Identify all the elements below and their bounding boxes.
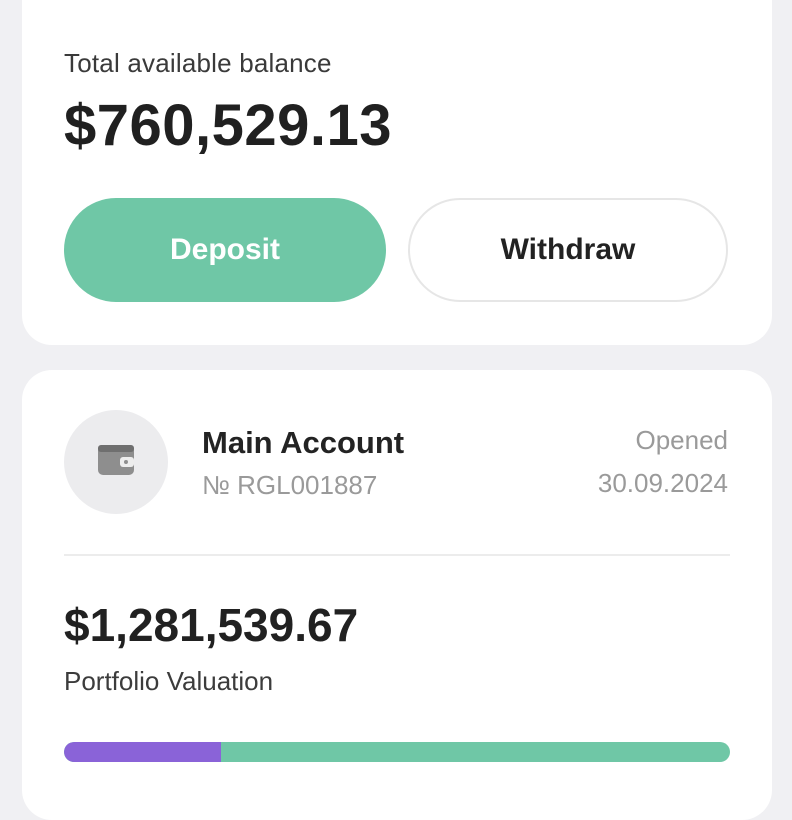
withdraw-button[interactable]: Withdraw [408, 198, 728, 302]
portfolio-label: Portfolio Valuation [64, 666, 274, 696]
account-name: Main Account [202, 425, 405, 460]
opened-label: Opened [635, 425, 728, 455]
opened-date: 30.09.2024 [597, 468, 728, 498]
divider [64, 554, 730, 556]
portfolio-progress-fill [64, 742, 221, 762]
portfolio-progress-bar [64, 742, 730, 762]
balance-amount: $760,529.13 [64, 93, 393, 158]
account-card[interactable]: Main Account № RGL001887 Opened 30.09.20… [22, 370, 772, 820]
balance-card: Total available balance $760,529.13 Depo… [22, 0, 772, 345]
portfolio-amount: $1,281,539.67 [64, 599, 359, 651]
deposit-button[interactable]: Deposit [64, 198, 386, 302]
wallet-icon [96, 443, 136, 482]
wallet-avatar [64, 410, 168, 514]
account-number: № RGL001887 [202, 470, 378, 500]
balance-label: Total available balance [64, 48, 332, 78]
